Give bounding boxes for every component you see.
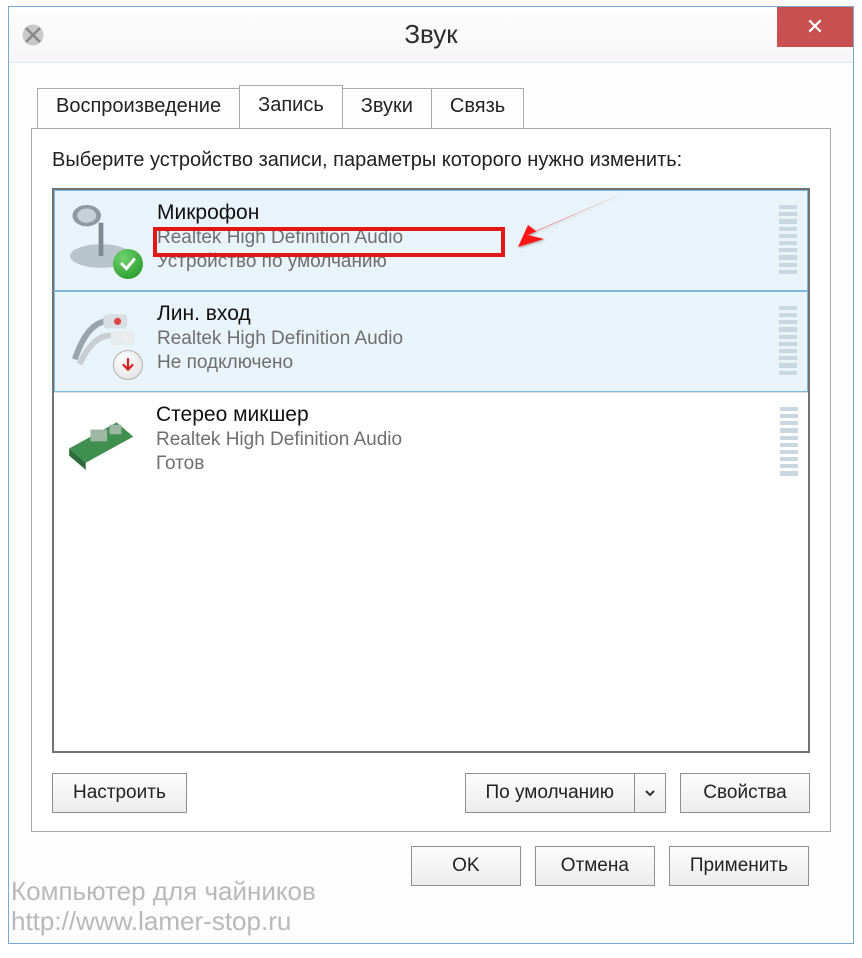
device-driver: Realtek High Definition Audio	[157, 227, 777, 249]
device-item-microphone[interactable]: Микрофон Realtek High Definition Audio У…	[54, 190, 808, 291]
cancel-button[interactable]: Отмена	[535, 846, 655, 886]
device-texts: Лин. вход Realtek High Definition Audio …	[157, 300, 777, 374]
level-meter	[778, 401, 800, 482]
device-texts: Стерео микшер Realtek High Definition Au…	[156, 401, 778, 475]
app-icon	[19, 21, 47, 49]
default-check-icon	[113, 249, 143, 279]
tab-label: Воспроизведение	[56, 95, 221, 117]
button-label: Применить	[690, 855, 788, 876]
window-title: Звук	[9, 19, 853, 50]
device-driver: Realtek High Definition Audio	[157, 328, 777, 350]
button-label: Отмена	[561, 855, 629, 876]
tab-playback[interactable]: Воспроизведение	[37, 88, 240, 129]
close-icon: ✕	[806, 14, 824, 40]
titlebar: Звук ✕	[9, 7, 853, 63]
level-meter	[777, 300, 799, 381]
sound-dialog-window: Звук ✕ Воспроизведение Запись Звуки Связ…	[8, 6, 854, 944]
tab-label: Звуки	[361, 95, 413, 117]
dialog-footer: OK Отмена Применить	[31, 832, 831, 886]
mixer-icon	[62, 401, 138, 477]
microphone-icon	[63, 199, 139, 275]
button-label: OK	[452, 855, 479, 876]
properties-button[interactable]: Свойства	[680, 773, 810, 813]
tab-communications[interactable]: Связь	[431, 88, 524, 129]
button-label: Свойства	[703, 782, 786, 803]
tab-recording[interactable]: Запись	[239, 85, 343, 126]
device-name: Микрофон	[157, 201, 777, 225]
tab-label: Запись	[258, 94, 324, 116]
tab-sounds[interactable]: Звуки	[342, 88, 432, 129]
tab-panel-recording: Выберите устройство записи, параметры ко…	[31, 128, 831, 832]
button-label: Настроить	[73, 782, 166, 803]
configure-button[interactable]: Настроить	[52, 773, 187, 813]
device-status: Не подключено	[157, 352, 777, 374]
device-texts: Микрофон Realtek High Definition Audio У…	[157, 199, 777, 273]
panel-button-row: Настроить По умолчанию Свойства	[52, 773, 810, 813]
set-default-button[interactable]: По умолчанию	[465, 773, 635, 813]
set-default-dropdown-button[interactable]	[634, 773, 666, 813]
close-button[interactable]: ✕	[777, 7, 853, 47]
tab-label: Связь	[450, 95, 505, 117]
instruction-text: Выберите устройство записи, параметры ко…	[52, 147, 810, 174]
device-item-stereo-mixer[interactable]: Стерео микшер Realtek High Definition Au…	[54, 392, 808, 492]
tab-strip: Воспроизведение Запись Звуки Связь	[37, 87, 831, 128]
device-name: Лин. вход	[157, 302, 777, 326]
apply-button[interactable]: Применить	[669, 846, 809, 886]
level-meter	[777, 199, 799, 280]
ok-button[interactable]: OK	[411, 846, 521, 886]
dialog-body: Воспроизведение Запись Звуки Связь Выбер…	[9, 63, 853, 900]
line-in-icon	[63, 300, 139, 376]
unplugged-arrow-icon	[113, 350, 143, 380]
device-item-line-in[interactable]: Лин. вход Realtek High Definition Audio …	[54, 291, 808, 392]
recording-device-list: Микрофон Realtek High Definition Audio У…	[52, 188, 810, 753]
set-default-split-button[interactable]: По умолчанию	[465, 773, 667, 813]
device-name: Стерео микшер	[156, 403, 778, 427]
button-label: По умолчанию	[486, 782, 615, 803]
chevron-down-icon	[644, 787, 656, 799]
device-driver: Realtek High Definition Audio	[156, 429, 778, 451]
device-status: Готов	[156, 453, 778, 475]
device-status: Устройство по умолчанию	[157, 251, 777, 273]
